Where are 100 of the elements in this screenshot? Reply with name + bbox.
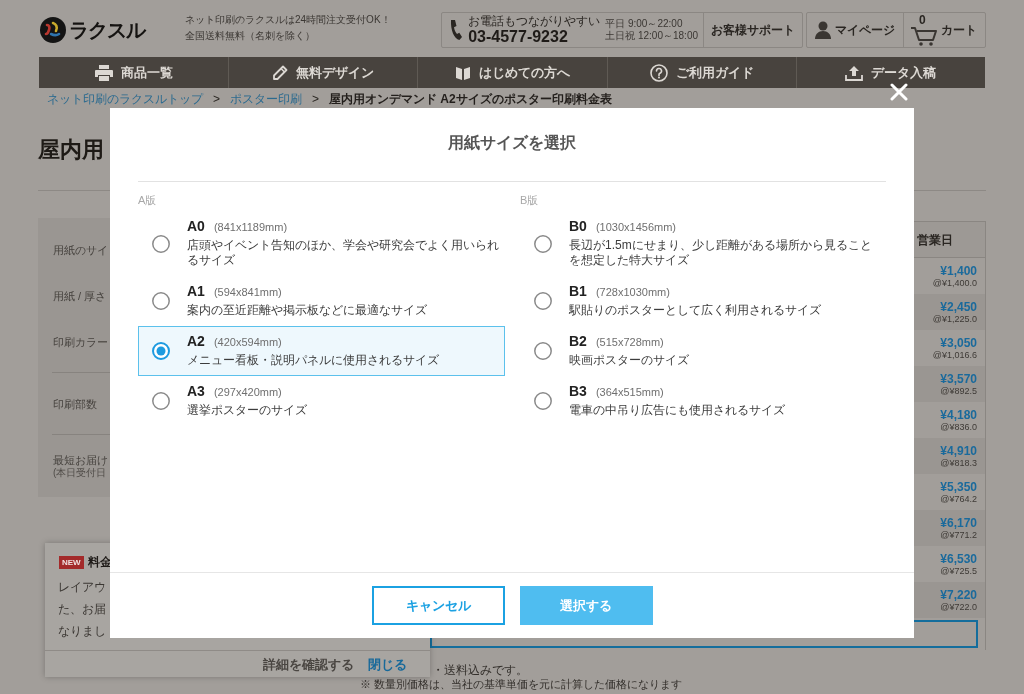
- size-description: 電車の中吊り広告にも使用されるサイズ: [569, 403, 785, 418]
- details-link[interactable]: 詳細を確認する: [263, 656, 354, 672]
- size-dimensions: (420x594mm): [213, 335, 282, 350]
- unit-price: @¥725.5: [940, 566, 977, 576]
- size-description: 店頭やイベント告知のほか、学会や研究会でよく用いられるサイズ: [187, 238, 500, 268]
- cart-link[interactable]: 0 カート: [903, 13, 985, 47]
- size-description: 駅貼りのポスターとして広く利用されるサイズ: [569, 303, 821, 318]
- spec-note: (本日受付日: [53, 466, 107, 479]
- radio-button[interactable]: [152, 392, 170, 410]
- nav-link[interactable]: データ入稿: [795, 57, 985, 88]
- unit-price: @¥764.2: [940, 494, 977, 504]
- size-description: 映画ポスターのサイズ: [569, 353, 689, 368]
- mypage-link[interactable]: マイページ: [807, 13, 903, 47]
- unit-price: @¥1,016.6: [932, 350, 977, 360]
- unit-price: @¥722.0: [940, 602, 977, 612]
- size-dimensions: (297x420mm): [213, 385, 282, 400]
- phone-number: 03-4577-9232: [468, 28, 568, 46]
- size-name: B1: [569, 284, 587, 299]
- cancel-button[interactable]: キャンセル: [371, 586, 505, 625]
- page-heading: 屋内用: [38, 138, 104, 162]
- nav-link[interactable]: はじめての方へ: [417, 57, 607, 88]
- person-icon: [815, 21, 831, 39]
- notification-text: た、お届: [58, 601, 106, 618]
- size-name: B0: [569, 219, 587, 234]
- nav-link[interactable]: 商品一覧: [39, 57, 229, 88]
- logo-text[interactable]: ラクスル: [69, 20, 145, 40]
- tagline-text: 全国送料無料（名刺を除く）: [185, 29, 316, 43]
- notification-text: レイアウ: [58, 579, 106, 596]
- unit-price: @¥818.3: [940, 458, 977, 468]
- business-hours: 平日 9:00～22:00: [605, 18, 683, 30]
- size-dimensions: (841x1189mm): [213, 220, 288, 235]
- book-icon: [455, 64, 471, 81]
- size-description: 案内の至近距離や掲示板などに最適なサイズ: [187, 303, 427, 318]
- spec-label: 用紙 / 厚さ: [53, 289, 107, 303]
- logo-icon[interactable]: [40, 17, 66, 43]
- size-name: A2: [187, 334, 205, 349]
- size-option[interactable]: A2 (420x594mm) メニュー看板・説明パネルに使用されるサイズ: [138, 326, 505, 376]
- spec-label: 印刷カラー: [53, 335, 108, 349]
- radio-button[interactable]: [534, 342, 552, 360]
- breadcrumb-separator: >: [312, 92, 320, 106]
- unit-price: @¥836.0: [940, 422, 977, 432]
- phone-label: お電話もつながりやすい: [468, 14, 601, 28]
- size-dimensions: (594x841mm): [213, 285, 282, 300]
- price-value: ¥5,350: [940, 480, 977, 494]
- table-header: 営業日: [917, 232, 953, 247]
- note-text: ※ 数量別価格は、当社の基準単価を元に計算した価格になります: [360, 678, 683, 690]
- size-name: B3: [569, 384, 587, 399]
- size-name: B2: [569, 334, 587, 349]
- size-name: A3: [187, 384, 205, 399]
- size-dimensions: (515x728mm): [595, 335, 664, 350]
- price-value: ¥2,450: [940, 300, 977, 314]
- price-value: ¥4,180: [940, 408, 977, 422]
- size-description: 選挙ポスターのサイズ: [187, 403, 307, 418]
- spec-label: 印刷部数: [53, 396, 97, 411]
- unit-price: @¥771.2: [940, 530, 977, 540]
- business-hours: 土日祝 12:00～18:00: [605, 30, 698, 42]
- radio-button[interactable]: [152, 342, 170, 360]
- radio-button[interactable]: [534, 234, 552, 253]
- price-value: ¥7,220: [940, 588, 977, 602]
- unit-price: @¥892.5: [940, 386, 977, 396]
- nav-link[interactable]: ご利用ガイド: [606, 57, 796, 88]
- size-name: A0: [187, 219, 205, 234]
- spec-label: 用紙のサイ: [53, 243, 108, 257]
- spec-label: 最短お届け: [53, 452, 108, 467]
- pencil-icon: [272, 64, 289, 81]
- cart-count: 0: [919, 14, 926, 26]
- radio-button[interactable]: [152, 292, 170, 310]
- support-link[interactable]: お客様サポート: [703, 13, 802, 47]
- price-value: ¥1,400: [940, 264, 977, 278]
- cart-icon: [910, 26, 938, 46]
- printer-icon: [94, 64, 113, 81]
- price-value: ¥3,050: [940, 336, 977, 350]
- breadcrumb-current: 屋内用オンデマンド A2サイズのポスター印刷料金表: [329, 92, 612, 106]
- close-icon[interactable]: [890, 83, 908, 101]
- price-value: ¥4,910: [940, 444, 977, 458]
- group-label: B版: [520, 193, 539, 208]
- size-dimensions: (728x1030mm): [595, 285, 670, 300]
- upload-icon: [845, 64, 864, 81]
- size-dimensions: (1030x1456mm): [595, 220, 676, 235]
- size-dimensions: (364x515mm): [595, 385, 664, 400]
- phone-icon: [449, 19, 464, 41]
- unit-price: @¥1,400.0: [932, 278, 977, 288]
- tagline-text: ネット印刷のラクスルは24時間注文受付OK！: [185, 13, 391, 27]
- radio-button[interactable]: [534, 292, 552, 310]
- price-value: ¥3,570: [940, 372, 977, 386]
- group-label: A版: [138, 193, 157, 208]
- note-text: ・送料込みです。: [432, 663, 528, 677]
- radio-button[interactable]: [152, 234, 170, 253]
- size-name: A1: [187, 284, 205, 299]
- size-description: 長辺が1.5mにせまり、少し距離がある場所から見ることを想定した特大サイズ: [569, 238, 873, 268]
- nav-link[interactable]: 無料デザイン: [228, 57, 418, 88]
- help-icon: [649, 63, 668, 82]
- breadcrumb-separator: >: [213, 92, 220, 106]
- new-badge: NEW: [59, 555, 84, 569]
- unit-price: @¥1,225.0: [932, 314, 977, 324]
- radio-button[interactable]: [534, 392, 552, 410]
- dialog-title: 用紙サイズを選択: [448, 134, 576, 152]
- price-value: ¥6,170: [940, 516, 977, 530]
- size-description: メニュー看板・説明パネルに使用されるサイズ: [187, 353, 439, 368]
- price-value: ¥6,530: [940, 552, 977, 566]
